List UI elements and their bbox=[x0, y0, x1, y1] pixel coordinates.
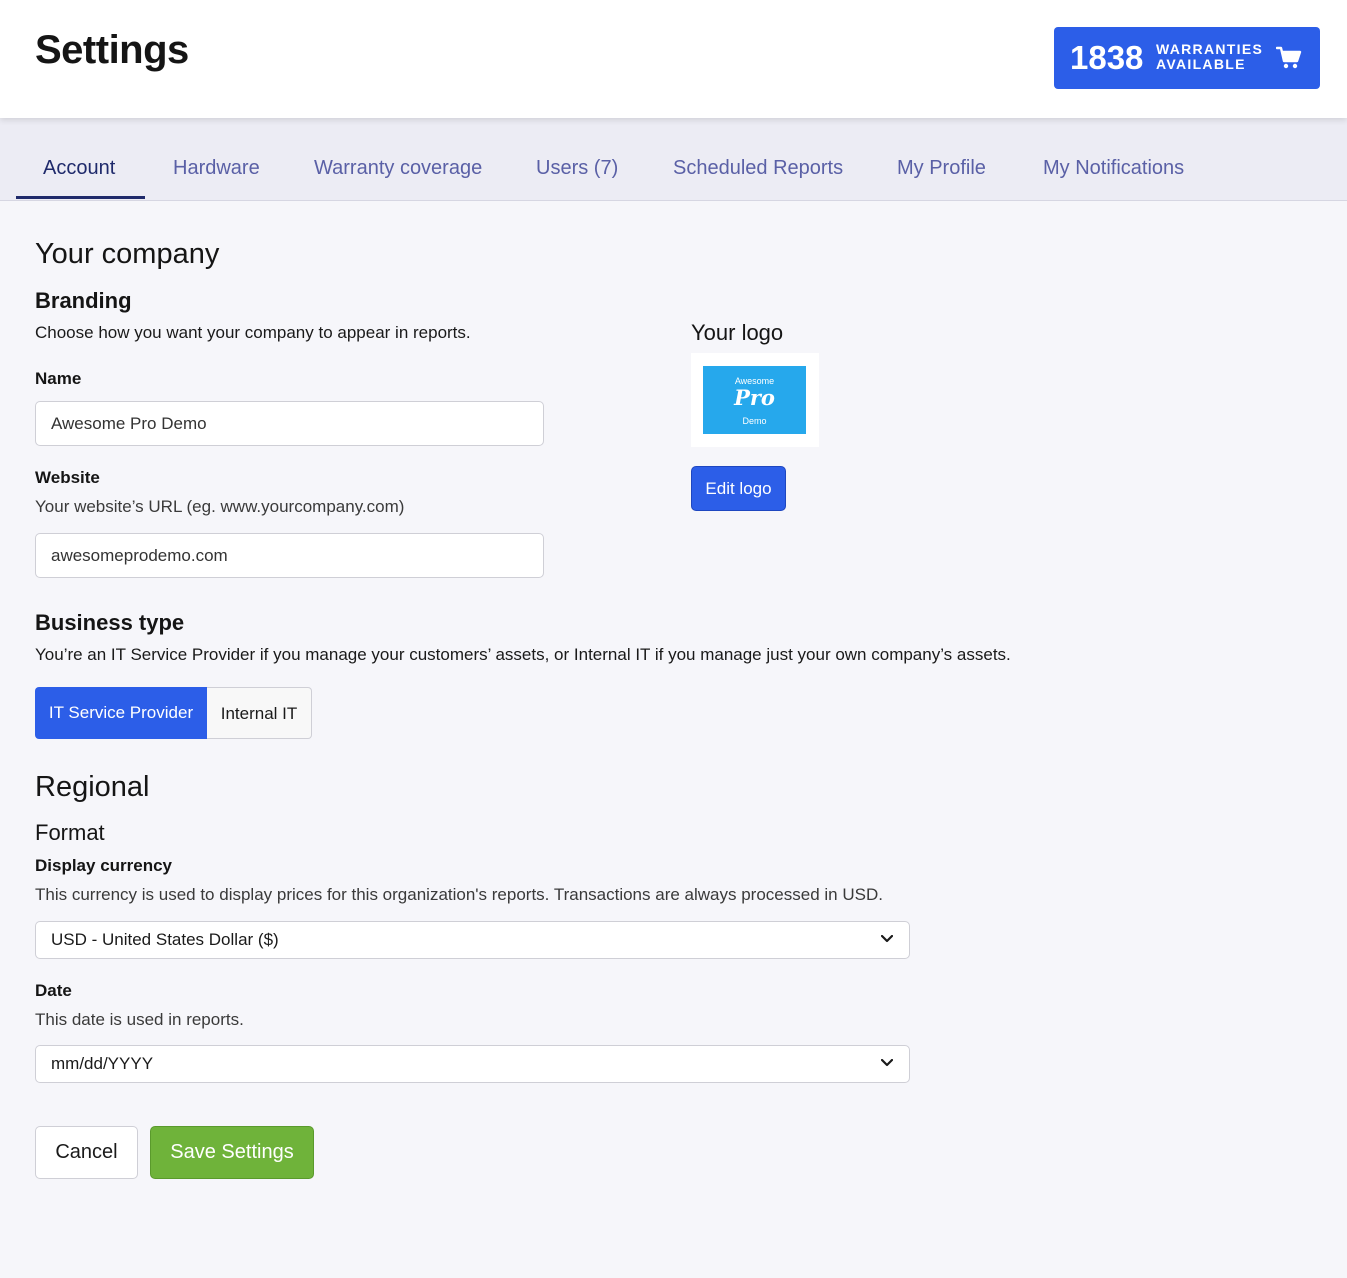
warranties-label-line2: AVAILABLE bbox=[1156, 56, 1246, 72]
logo-image-bottom-text: Demo bbox=[742, 416, 767, 426]
cancel-button[interactable]: Cancel bbox=[35, 1126, 138, 1179]
business-type-heading: Business type bbox=[35, 610, 185, 635]
branding-description: Choose how you want your company to appe… bbox=[35, 323, 471, 342]
logo-heading: Your logo bbox=[691, 320, 784, 345]
warranties-count: 1838 bbox=[1070, 39, 1144, 76]
currency-select[interactable]: USD - United States Dollar ($) bbox=[35, 921, 910, 959]
shopping-cart-icon bbox=[1276, 46, 1302, 69]
warranties-label: WARRANTIES AVAILABLE bbox=[1156, 42, 1263, 72]
tab-my-notifications[interactable]: My Notifications bbox=[1043, 118, 1184, 200]
logo-image-main-text: Pro bbox=[734, 385, 775, 410]
website-input[interactable]: awesomeprodemo.com bbox=[35, 533, 544, 578]
option-internal-it[interactable]: Internal IT bbox=[207, 687, 312, 739]
page-title: Settings bbox=[35, 28, 189, 72]
edit-logo-button[interactable]: Edit logo bbox=[691, 466, 786, 511]
warranties-available-button[interactable]: 1838 WARRANTIES AVAILABLE bbox=[1054, 27, 1320, 89]
currency-select-value: USD - United States Dollar ($) bbox=[51, 930, 279, 949]
tab-scheduled-reports[interactable]: Scheduled Reports bbox=[673, 118, 843, 200]
save-settings-button[interactable]: Save Settings bbox=[150, 1126, 314, 1179]
company-logo-image: Awesome Pro Demo bbox=[703, 366, 806, 434]
branding-heading: Branding bbox=[35, 288, 132, 313]
name-label: Name bbox=[35, 369, 82, 388]
logo-preview: Awesome Pro Demo bbox=[691, 353, 819, 447]
business-type-description: You’re an IT Service Provider if you man… bbox=[35, 645, 1011, 664]
settings-tabs: Account Hardware Warranty coverage Users… bbox=[0, 118, 1347, 201]
display-currency-label: Display currency bbox=[35, 856, 173, 875]
tab-hardware[interactable]: Hardware bbox=[173, 118, 260, 200]
regional-heading: Regional bbox=[35, 771, 150, 803]
company-name-input[interactable]: Awesome Pro Demo bbox=[35, 401, 544, 446]
tab-my-profile[interactable]: My Profile bbox=[897, 118, 986, 200]
option-it-service-provider[interactable]: IT Service Provider bbox=[35, 687, 207, 739]
date-label: Date bbox=[35, 981, 72, 1000]
chevron-down-icon bbox=[881, 935, 893, 943]
display-currency-description: This currency is used to display prices … bbox=[35, 885, 883, 904]
date-format-select-value: mm/dd/YYYY bbox=[51, 1054, 154, 1073]
tab-users[interactable]: Users (7) bbox=[536, 118, 618, 200]
chevron-down-icon bbox=[881, 1059, 893, 1067]
date-format-select[interactable]: mm/dd/YYYY bbox=[35, 1045, 910, 1083]
tab-warranty-coverage[interactable]: Warranty coverage bbox=[314, 118, 482, 200]
company-heading: Your company bbox=[35, 238, 220, 270]
active-tab-indicator bbox=[16, 196, 145, 199]
tab-account[interactable]: Account bbox=[43, 118, 115, 200]
page-header: Settings 1838 WARRANTIES AVAILABLE bbox=[0, 0, 1347, 118]
website-label: Website bbox=[35, 468, 100, 487]
date-description: This date is used in reports. bbox=[35, 1010, 244, 1029]
warranties-label-line1: WARRANTIES bbox=[1156, 41, 1264, 57]
format-heading: Format bbox=[35, 820, 105, 845]
website-hint: Your website’s URL (eg. www.yourcompany.… bbox=[35, 497, 405, 516]
